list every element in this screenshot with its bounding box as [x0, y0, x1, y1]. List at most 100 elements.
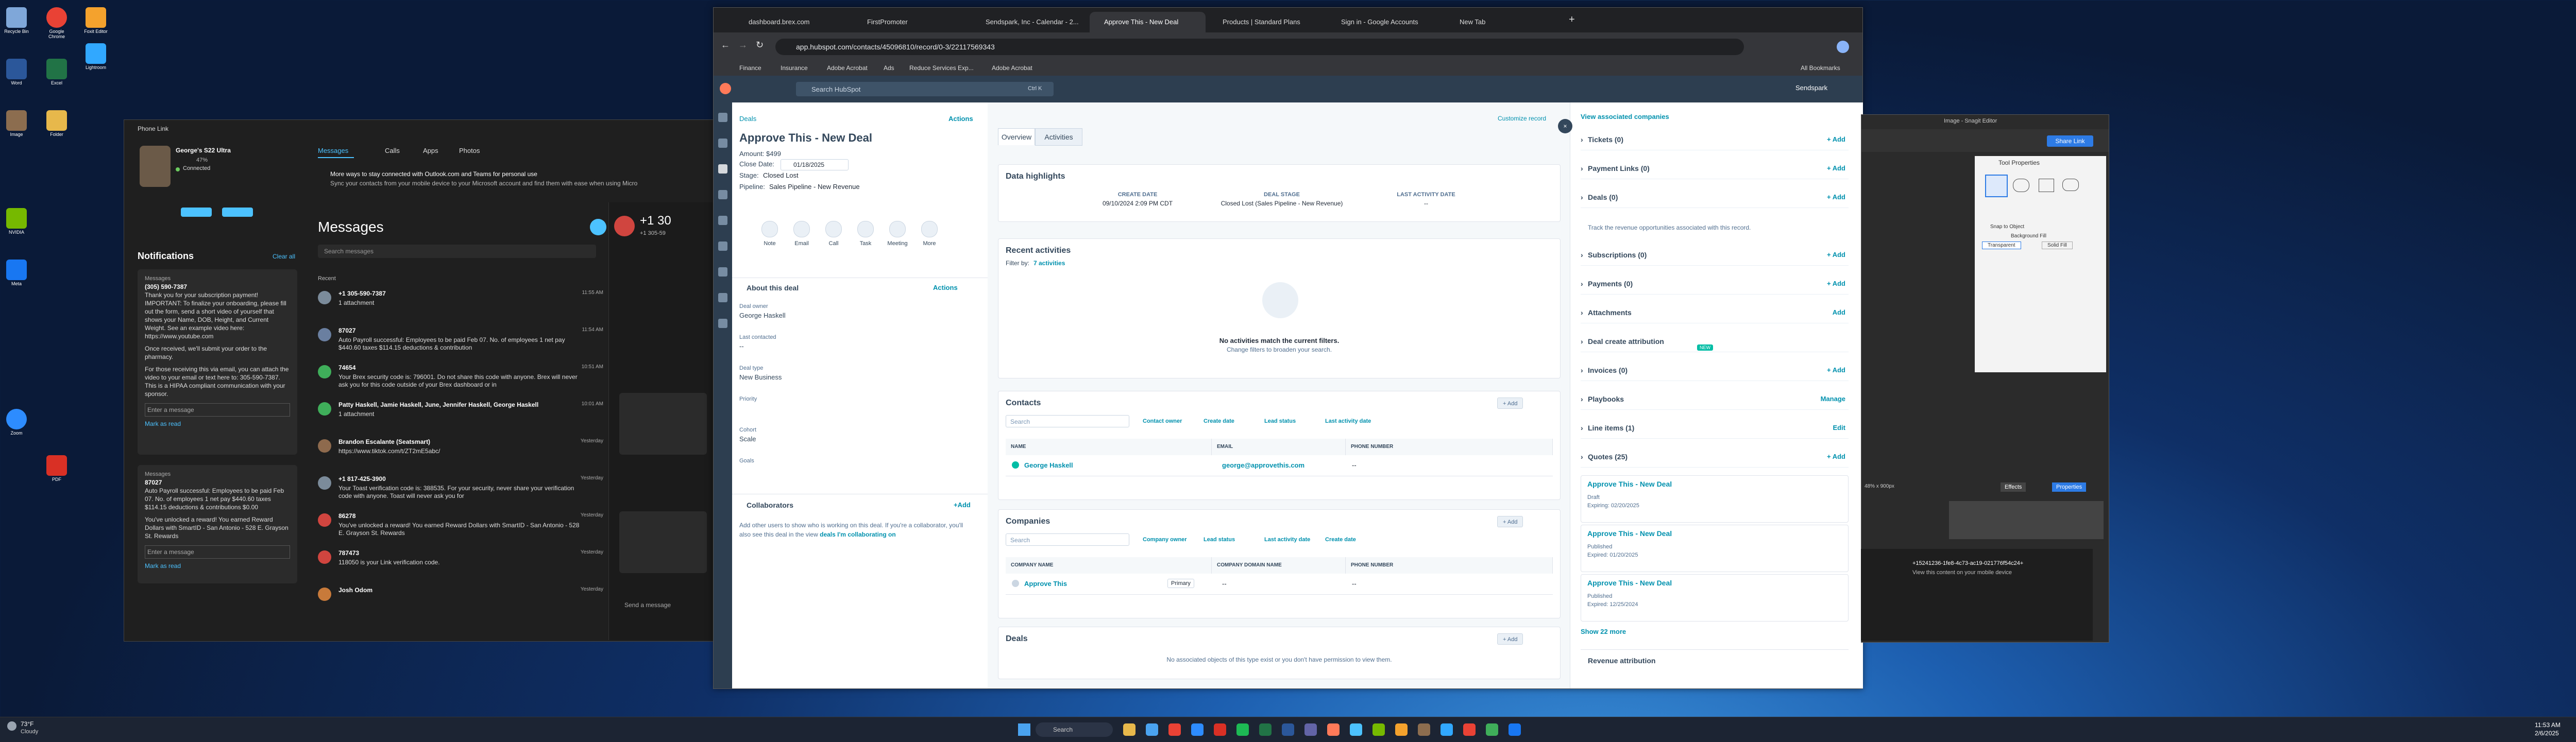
mark-as-read-link[interactable]: Mark as read: [145, 420, 290, 428]
list-item[interactable]: +1 305-590-7387 1 attachment 11:55 AM: [318, 288, 606, 322]
browser-tab[interactable]: Sign in - Google Accounts: [1327, 12, 1443, 32]
desktop-icon[interactable]: Word: [2, 57, 31, 91]
nvidia-icon[interactable]: [1372, 723, 1385, 736]
tab-apps[interactable]: Apps: [423, 147, 438, 154]
section-action-button[interactable]: + Add: [1827, 187, 1845, 208]
bookmark[interactable]: Adobe Acrobat: [827, 64, 868, 72]
spotify-icon[interactable]: [1236, 723, 1249, 736]
field-value[interactable]: [739, 466, 966, 477]
list-item[interactable]: 86278 You've unlocked a reward! You earne…: [318, 510, 606, 544]
content-icon[interactable]: [718, 216, 727, 225]
zoom-readout[interactable]: 48% x 900px: [1865, 484, 1894, 489]
list-item[interactable]: +1 817-425-3900 Your Toast verification c…: [318, 473, 606, 507]
field-value[interactable]: George Haskell: [739, 312, 966, 322]
clock-time[interactable]: 11:53 AM: [2535, 721, 2561, 729]
search-messages-input[interactable]: Search messages: [318, 245, 596, 258]
weather-temp[interactable]: 73°F: [21, 720, 33, 728]
close-date-input[interactable]: 01/18/2025: [781, 159, 849, 170]
chrome-profile-icon[interactable]: [1463, 723, 1476, 736]
section-action-button[interactable]: + Add: [1827, 360, 1845, 381]
zoom-icon[interactable]: [1191, 723, 1204, 736]
desktop-icon[interactable]: Zoom: [2, 407, 31, 441]
desktop-icon[interactable]: Meta: [2, 257, 31, 291]
new-tab-plus-icon[interactable]: +: [1569, 14, 1575, 26]
browser-tab-active[interactable]: Approve This - New Deal: [1090, 12, 1206, 32]
reply-input[interactable]: Enter a message: [145, 545, 290, 559]
close-panel-icon[interactable]: ×: [1558, 119, 1572, 133]
call-action-button[interactable]: Call: [821, 221, 846, 252]
section-action-button[interactable]: Edit: [1833, 418, 1845, 438]
reload-icon[interactable]: ↻: [756, 40, 764, 50]
bookmark[interactable]: Insurance: [781, 64, 808, 72]
view-associated-companies-link[interactable]: View associated companies: [1581, 113, 1669, 120]
stage-dropdown[interactable]: Closed Lost: [763, 171, 799, 179]
new-message-icon[interactable]: [590, 219, 606, 235]
association-section[interactable]: › Line items (1) Edit: [1581, 418, 1849, 439]
show-more-quotes-link[interactable]: Show 22 more: [1581, 628, 1626, 635]
task-action-button[interactable]: Task: [853, 221, 878, 252]
notification-card[interactable]: Messages (305) 590-7387 Thank you for yo…: [138, 269, 297, 455]
profile-avatar[interactable]: [1837, 41, 1849, 53]
rectangle-shape-icon[interactable]: [1985, 175, 2008, 197]
contact-name-link[interactable]: George Haskell: [1024, 461, 1073, 469]
section-action-button[interactable]: + Add: [1827, 158, 1845, 179]
callout-shape-icon[interactable]: [2062, 179, 2079, 191]
reply-input[interactable]: Enter a message: [145, 403, 290, 417]
mark-as-read-link[interactable]: Mark as read: [145, 562, 290, 570]
section-action-button[interactable]: + Add: [1827, 129, 1845, 150]
pipeline-dropdown[interactable]: Sales Pipeline - New Revenue: [769, 183, 860, 191]
association-section[interactable]: › Payment Links (0) + Add: [1581, 158, 1849, 179]
association-section[interactable]: › Payments (0) + Add: [1581, 273, 1849, 295]
back-arrow-icon[interactable]: ←: [721, 40, 730, 50]
list-item[interactable]: Patty Haskell, Jamie Haskell, June, Jenn…: [318, 399, 606, 433]
weather-icon[interactable]: [7, 721, 16, 731]
hubspot-search-input[interactable]: Search HubSpot Ctrl K: [796, 82, 1054, 96]
list-item[interactable]: 74654 Your Brex security code is: 796001.…: [318, 362, 606, 396]
contacts-icon[interactable]: [718, 113, 727, 122]
marketing-icon[interactable]: [718, 190, 727, 199]
association-section[interactable]: › Attachments Add: [1581, 302, 1849, 323]
association-section[interactable]: › Deals (0) + Add: [1581, 187, 1849, 208]
add-contact-button[interactable]: + Add: [1497, 398, 1523, 409]
ellipse-shape-icon[interactable]: [2013, 179, 2029, 192]
solid-fill-option[interactable]: Solid Fill: [2042, 241, 2073, 249]
desktop-icon[interactable]: NVIDIA: [2, 206, 31, 240]
section-action-button[interactable]: + Add: [1827, 245, 1845, 265]
forward-arrow-icon[interactable]: →: [738, 40, 748, 50]
section-action-button[interactable]: + Add: [1827, 446, 1845, 467]
association-section[interactable]: › Deal create attribution: [1581, 331, 1849, 352]
effects-button[interactable]: Effects: [2001, 482, 2026, 492]
field-value[interactable]: Scale: [739, 435, 966, 446]
taskbar-search-input[interactable]: Search: [1036, 722, 1113, 737]
section-action-button[interactable]: Manage: [1821, 389, 1845, 409]
snap-to-object-checkbox[interactable]: Snap to Object: [1990, 224, 2024, 230]
browser-tab[interactable]: dashboard.brex.com: [734, 12, 850, 32]
add-collaborator-button[interactable]: +Add: [954, 501, 971, 509]
filter-dropdown[interactable]: Create date: [1325, 537, 1356, 543]
company-name-link[interactable]: Approve This: [1024, 580, 1067, 588]
desktop-icon[interactable]: Image: [2, 108, 31, 142]
note-action-button[interactable]: Note: [757, 221, 783, 252]
mode-toggle-button[interactable]: [181, 208, 212, 217]
email-action-button[interactable]: Email: [789, 221, 815, 252]
desktop-icon[interactable]: Folder: [42, 108, 71, 142]
snagit-icon[interactable]: [1440, 723, 1453, 736]
bookmark[interactable]: Adobe Acrobat: [992, 64, 1032, 72]
list-item[interactable]: 787473 118050 is your Link verification c…: [318, 547, 606, 581]
bookmark[interactable]: Reduce Services Exp...: [909, 64, 974, 72]
association-section[interactable]: › Quotes (25) + Add: [1581, 446, 1849, 468]
meeting-action-button[interactable]: Meeting: [885, 221, 910, 252]
acrobat-icon[interactable]: [1214, 723, 1226, 736]
all-bookmarks[interactable]: All Bookmarks: [1801, 64, 1840, 72]
share-link-button[interactable]: Share Link: [2047, 135, 2093, 147]
activity-filter-dropdown[interactable]: 7 activities: [1033, 260, 1065, 267]
whatsapp-icon[interactable]: [1486, 723, 1498, 736]
url-bar[interactable]: app.hubspot.com/contacts/45096810/record…: [775, 39, 1744, 55]
tab-overview[interactable]: Overview: [998, 128, 1035, 145]
properties-button[interactable]: Properties: [2052, 482, 2087, 492]
desktop-icon[interactable]: Lightroom: [81, 41, 110, 75]
association-section[interactable]: › Playbooks Manage: [1581, 389, 1849, 410]
tab-messages[interactable]: Messages: [318, 147, 348, 154]
collaborators-title[interactable]: Collaborators: [747, 501, 793, 509]
field-value[interactable]: [739, 404, 966, 415]
